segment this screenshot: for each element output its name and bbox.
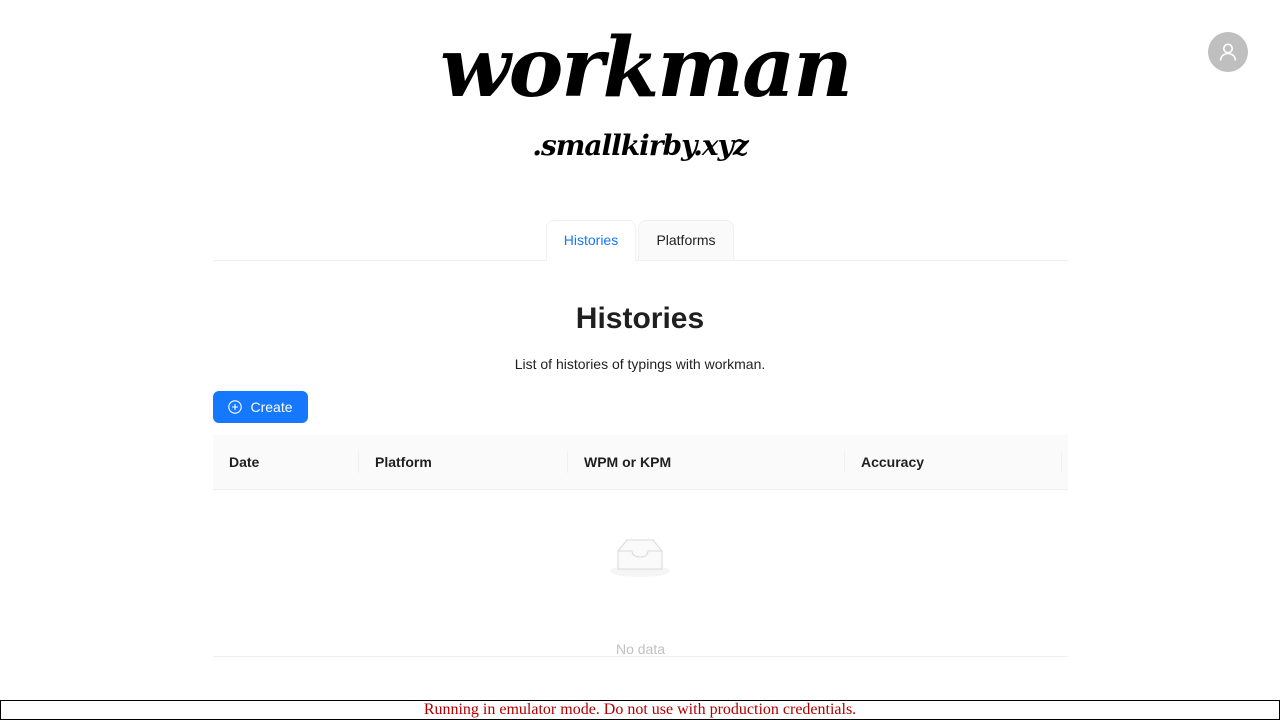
column-header-date[interactable]: Date	[229, 435, 259, 489]
page-title: Histories	[575, 302, 705, 335]
tab-bar: Histories Platforms	[213, 220, 1068, 261]
column-separator	[1061, 451, 1062, 473]
plus-circle-icon	[228, 400, 243, 414]
column-separator	[567, 451, 568, 473]
column-separator	[844, 451, 845, 473]
user-avatar-button[interactable]	[1208, 32, 1248, 72]
empty-inbox-icon	[610, 539, 670, 577]
column-header-accuracy[interactable]: Accuracy	[861, 435, 924, 489]
empty-text: No data	[615, 641, 666, 657]
column-header-platform[interactable]: Platform	[375, 435, 432, 489]
column-header-wpm[interactable]: WPM or KPM	[584, 435, 671, 489]
logo-main-text: workman	[440, 20, 853, 116]
histories-table: Date Platform WPM or KPM Accuracy No dat…	[213, 435, 1068, 657]
create-button-label: Create	[250, 399, 293, 415]
logo-sub-text: .smallkirby.xyz	[532, 129, 749, 162]
tab-platforms[interactable]: Platforms	[638, 220, 734, 260]
column-separator	[358, 451, 359, 473]
page-description: List of histories of typings with workma…	[514, 356, 766, 372]
user-icon	[1219, 43, 1237, 61]
tab-histories[interactable]: Histories	[546, 220, 636, 261]
table-header: Date Platform WPM or KPM Accuracy	[213, 435, 1068, 490]
create-button[interactable]: Create	[213, 391, 308, 423]
emulator-warning-banner: Running in emulator mode. Do not use wit…	[0, 700, 1280, 720]
table-empty-state: No data	[213, 490, 1068, 657]
site-logo: workman .smallkirby.xyz	[440, 18, 853, 173]
